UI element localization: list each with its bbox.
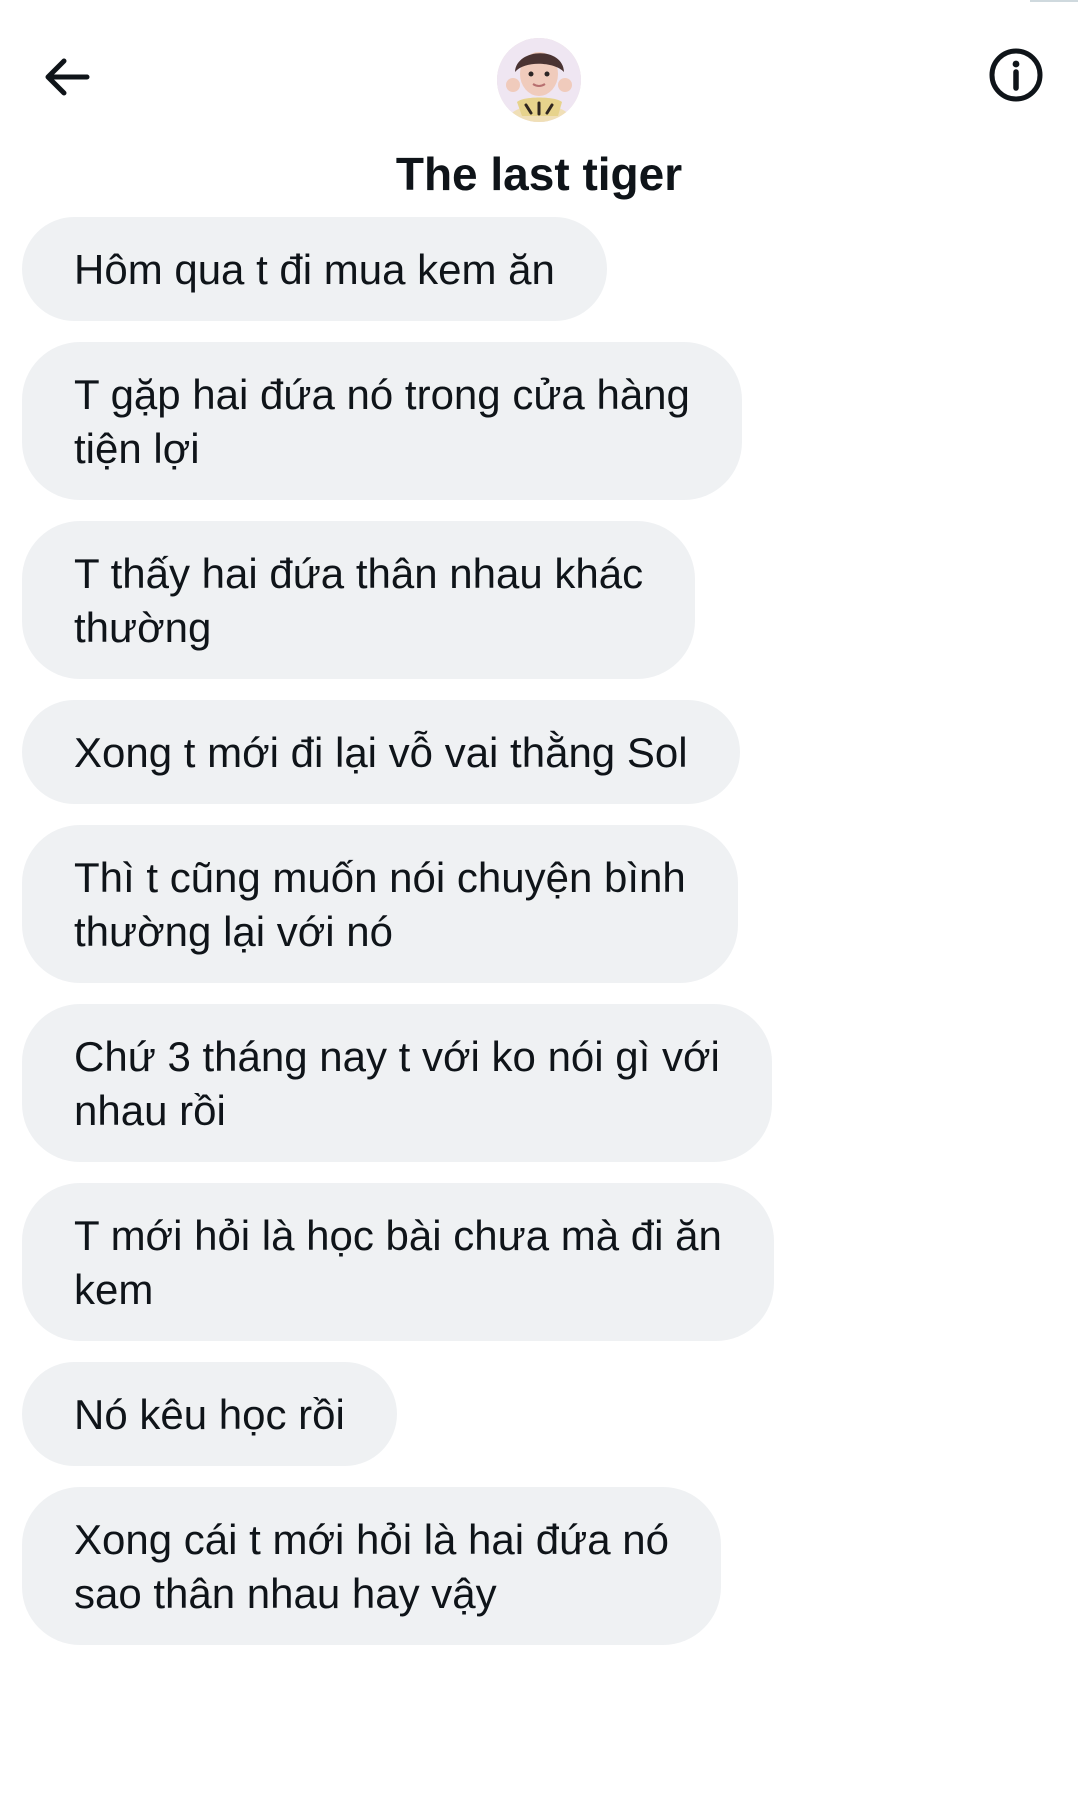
message-bubble[interactable]: T thấy hai đứa thân nhau khác thường (22, 521, 696, 679)
message-bubble[interactable]: Nó kêu học rồi (22, 1362, 397, 1466)
message-bubble[interactable]: T gặp hai đứa nó trong cửa hàng tiện lợi (22, 342, 742, 500)
arrow-left-icon (39, 49, 95, 110)
message-list: Hôm qua t đi mua kem ăn T gặp hai đứa nó… (22, 217, 882, 1645)
info-button[interactable] (985, 46, 1047, 108)
conversation-header: The last tiger (0, 0, 1078, 220)
message-bubble[interactable]: Thì t cũng muốn nói chuyện bình thường l… (22, 825, 738, 983)
message-bubble[interactable]: T mới hỏi là học bài chưa mà đi ăn kem (22, 1183, 774, 1341)
back-button[interactable] (38, 50, 96, 108)
message-bubble[interactable]: Xong t mới đi lại vỗ vai thằng Sol (22, 700, 740, 804)
info-circle-icon (986, 45, 1046, 110)
avatar[interactable] (497, 38, 581, 122)
message-bubble[interactable]: Chứ 3 tháng nay t với ko nói gì với nhau… (22, 1004, 772, 1162)
message-bubble[interactable]: Xong cái t mới hỏi là hai đứa nó sao thâ… (22, 1487, 721, 1645)
contact-name: The last tiger (395, 148, 683, 200)
profile-avatar-icon (497, 38, 581, 122)
message-bubble[interactable]: Hôm qua t đi mua kem ăn (22, 217, 607, 321)
